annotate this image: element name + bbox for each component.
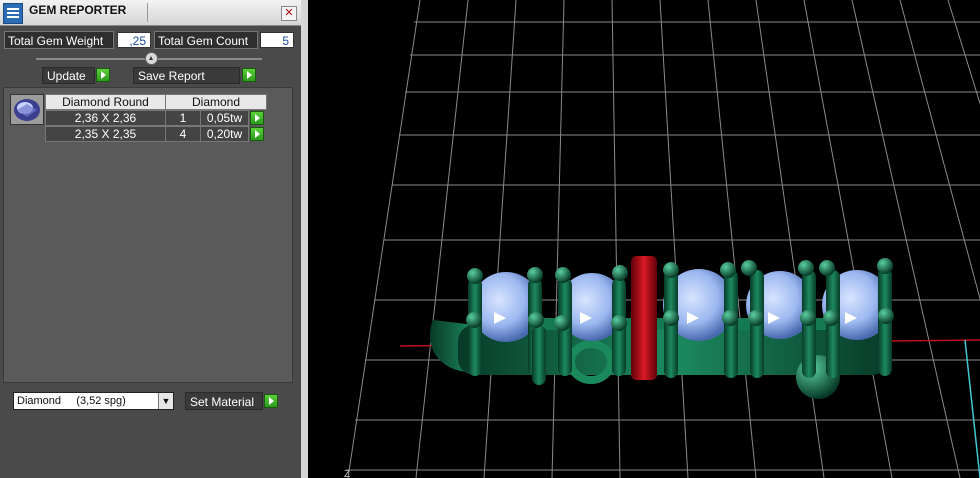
update-button[interactable]: Update [42, 67, 95, 84]
update-arrow-button[interactable] [96, 68, 110, 82]
row-2-qty: 4 [165, 126, 201, 142]
table-header-material: Diamond [165, 94, 267, 110]
row-2-select-button[interactable] [250, 127, 264, 141]
slider-knob[interactable] [145, 52, 158, 65]
y-axis-line [964, 339, 980, 478]
panel-divider[interactable] [301, 0, 308, 478]
gem-reporter-panel: GEM REPORTER ✕ Total Gem Weight ,25 Tota… [0, 0, 301, 478]
material-select-value: Diamond (3,52 spg) [17, 395, 126, 407]
grid [346, 0, 980, 478]
ring-model[interactable] [429, 256, 894, 399]
diamond-round-icon [14, 99, 40, 121]
row-1-select-button[interactable] [250, 111, 264, 125]
row-1-size: 2,36 X 2,36 [45, 110, 166, 126]
viewport-canvas: Z [344, 0, 980, 478]
row-1-weight: 0,05tw [200, 110, 249, 126]
set-material-arrow-button[interactable] [264, 394, 278, 408]
row-2-size: 2,35 X 2,35 [45, 126, 166, 142]
table-header-shape: Diamond Round [45, 94, 166, 110]
save-report-arrow-button[interactable] [242, 68, 256, 82]
close-button[interactable]: ✕ [281, 6, 297, 21]
gem-reporter-icon [3, 3, 23, 24]
panel-titlebar: GEM REPORTER ✕ [0, 0, 301, 26]
total-gem-weight-label: Total Gem Weight [4, 31, 114, 49]
save-report-button[interactable]: Save Report [133, 67, 240, 84]
row-1-qty: 1 [165, 110, 201, 126]
total-gem-count-value: 5 [260, 32, 294, 48]
3d-viewport[interactable]: Z [308, 0, 980, 478]
total-gem-weight-value: ,25 [117, 32, 151, 48]
total-gem-count-label: Total Gem Count [154, 31, 258, 49]
material-select[interactable]: Diamond (3,52 spg) ▼ [13, 392, 174, 410]
set-material-button[interactable]: Set Material [185, 392, 263, 410]
title-separator [147, 3, 148, 22]
chevron-down-icon[interactable]: ▼ [158, 393, 173, 409]
gem-thumbnail [10, 94, 44, 125]
axis-label-z: Z [344, 469, 350, 478]
row-2-weight: 0,20tw [200, 126, 249, 142]
panel-title: GEM REPORTER [29, 3, 127, 17]
